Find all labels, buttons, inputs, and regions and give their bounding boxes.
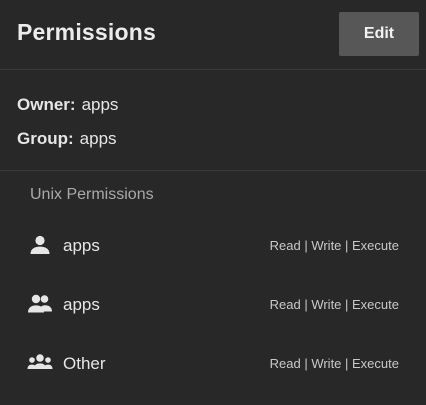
permission-subject-name: apps [63,295,100,314]
group-row: Group: apps [17,129,117,149]
unix-permissions-heading: Unix Permissions [30,186,154,203]
owner-value: apps [81,95,119,114]
permissions-card: Permissions Edit Owner: apps Group: apps U… [0,0,426,405]
permission-rights: Read | Write | Execute [269,356,399,371]
group-value: apps [79,129,117,148]
divider [0,170,426,171]
owner-label: Owner: [17,95,76,114]
permission-row-user: apps Read | Write | Execute [0,231,426,261]
permission-row-other: Other Read | Write | Execute [0,349,426,379]
permission-subject-name: Other [63,354,106,373]
permission-row-group: apps Read | Write | Execute [0,290,426,320]
permission-rights: Read | Write | Execute [269,297,399,312]
edit-button[interactable]: Edit [339,12,419,56]
page-title: Permissions [17,19,156,45]
owner-row: Owner: apps [17,95,118,115]
groups-icon [27,352,53,374]
person-icon [27,234,53,256]
group-label: Group: [17,129,74,148]
permission-rights: Read | Write | Execute [269,238,399,253]
permission-subject-name: apps [63,236,100,255]
card-header: Permissions Edit [0,0,426,70]
group-icon [27,293,53,315]
